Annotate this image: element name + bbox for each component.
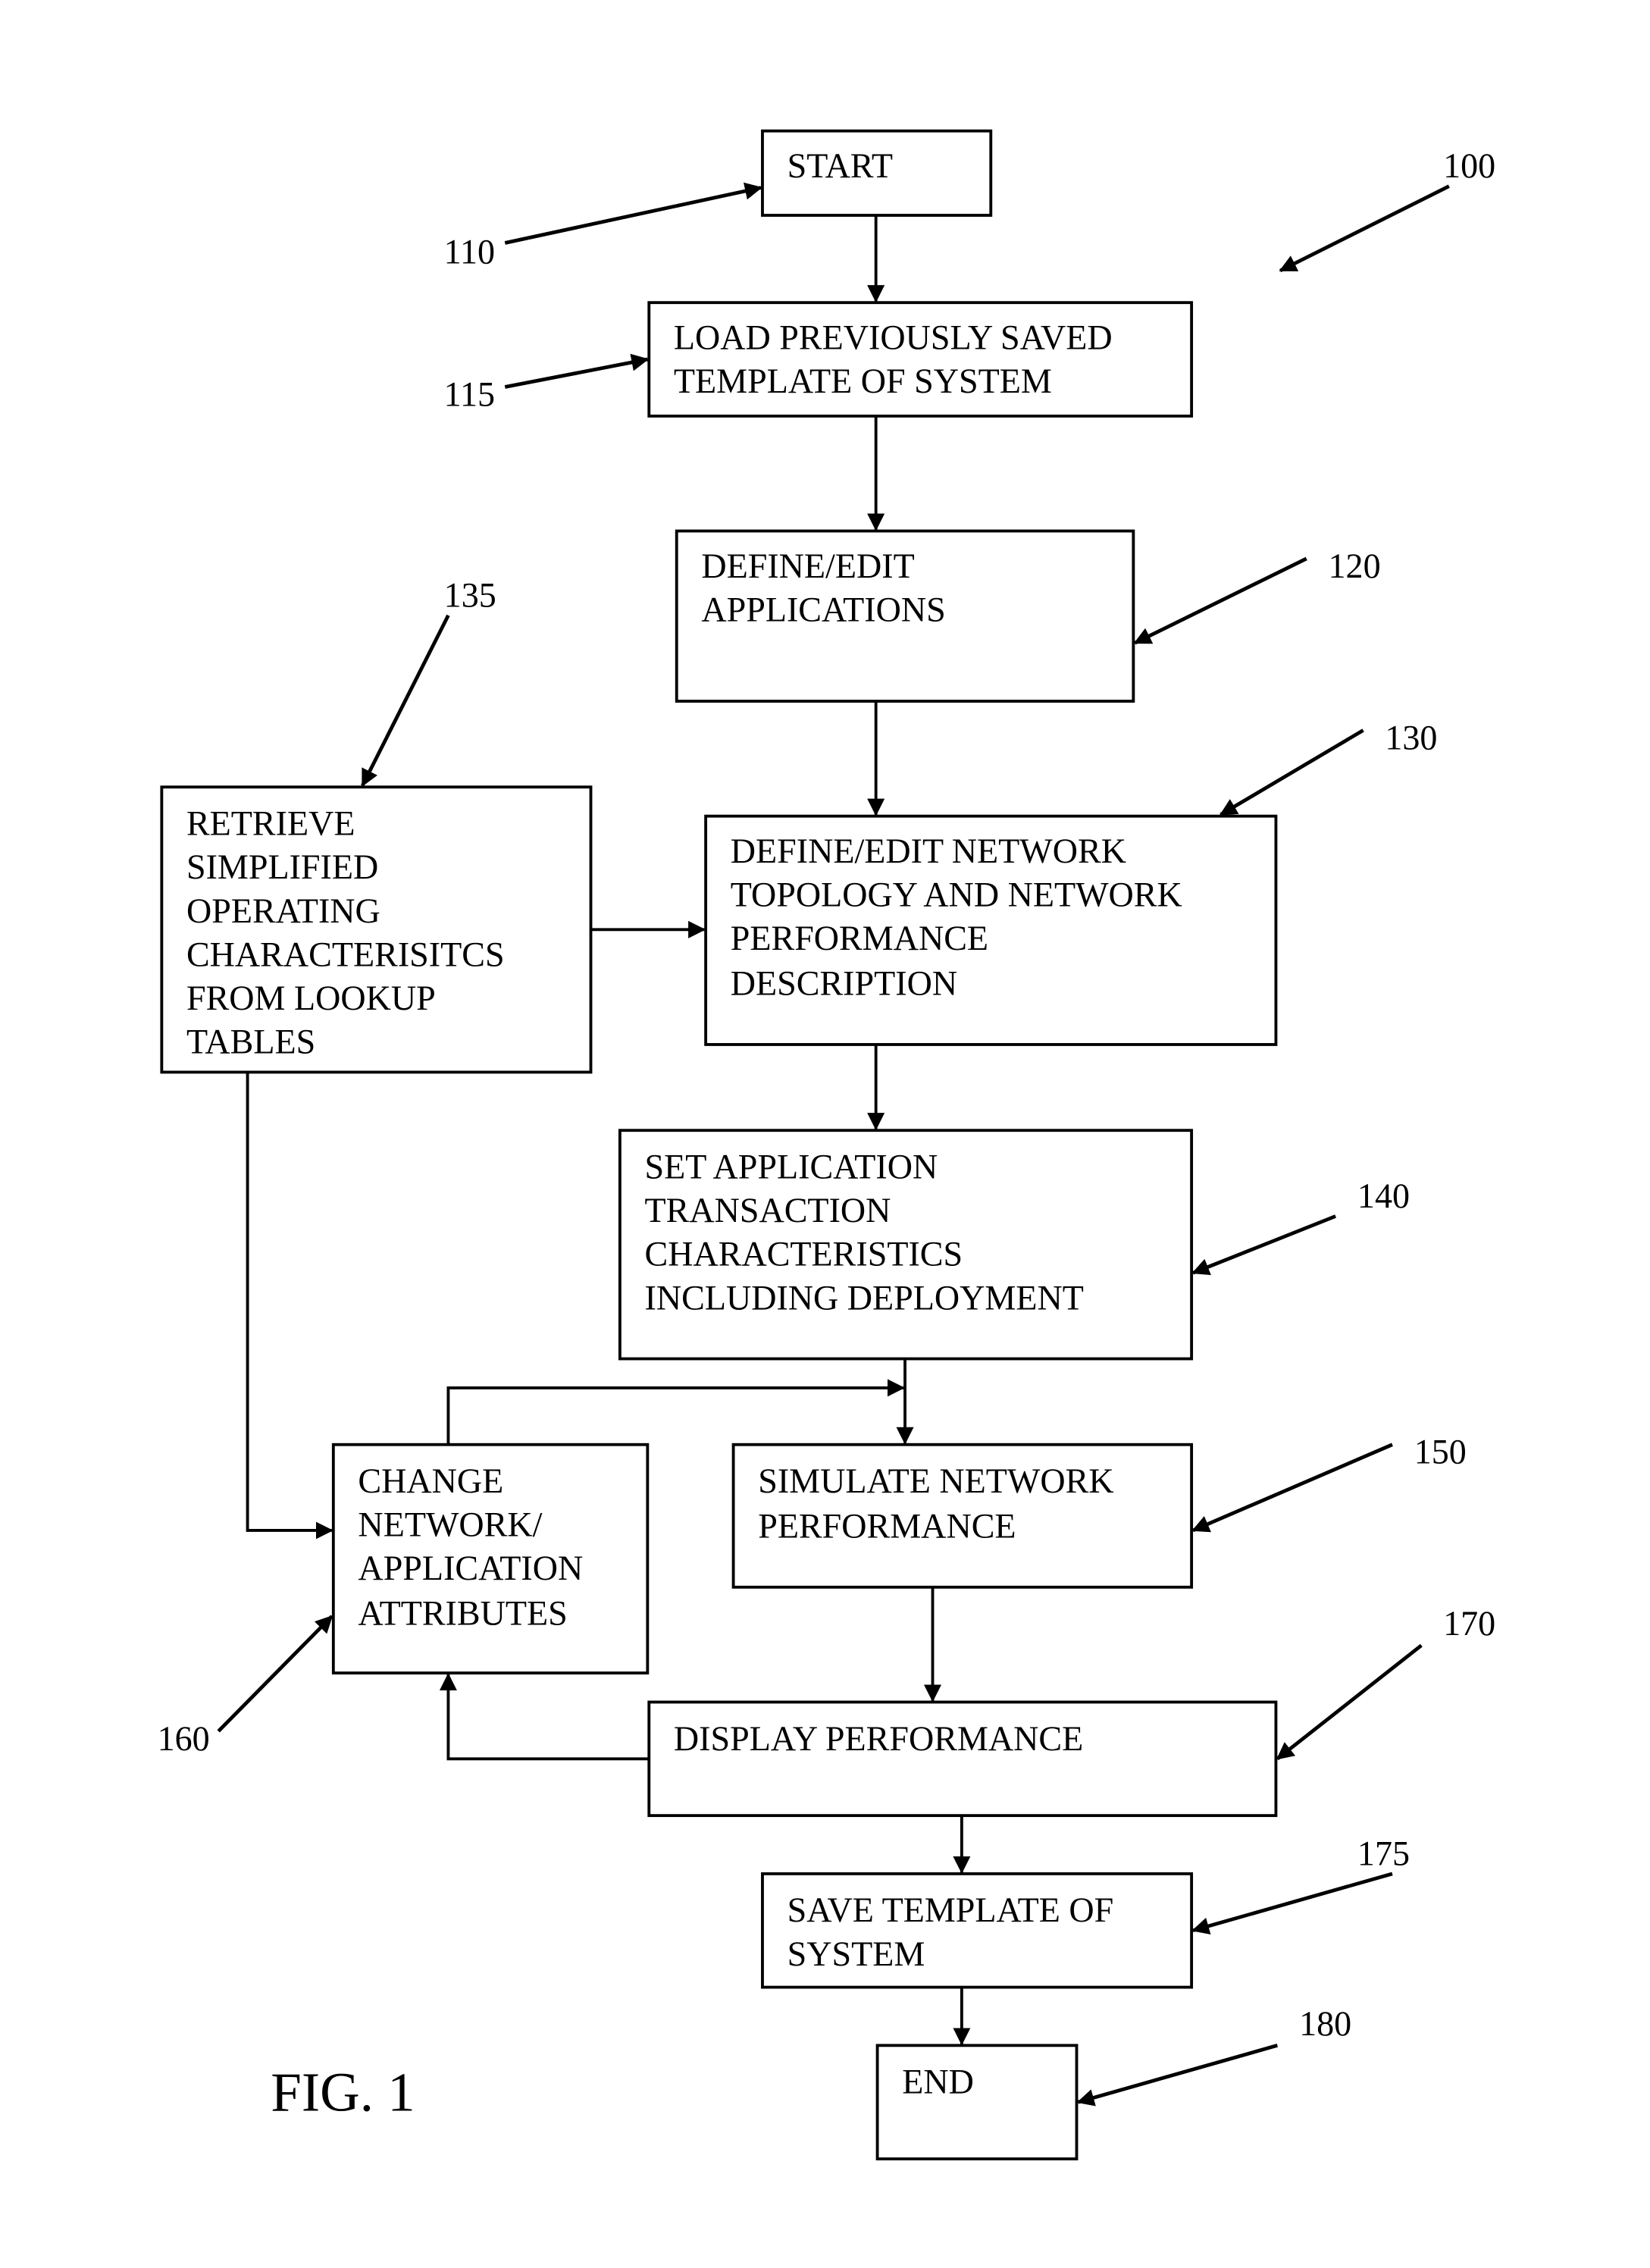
- leader-150: [1191, 1443, 1393, 1533]
- ref-175: 175: [1357, 1834, 1410, 1872]
- leader-110: [504, 182, 762, 245]
- arrow-display-to-change: [439, 1673, 650, 1761]
- ref-115: 115: [444, 374, 495, 413]
- arrow-retrieve-to-change: [246, 1072, 333, 1540]
- leader-115: [504, 353, 650, 389]
- arrow-change-loop-back: [446, 1379, 906, 1445]
- start-text: START: [787, 146, 893, 185]
- ref-160: 160: [158, 1719, 210, 1758]
- figure-label: FIG. 1: [271, 2062, 415, 2123]
- flowchart: START LOAD PREVIOUSLY SAVED TEMPLATE OF …: [158, 129, 1495, 2160]
- leader-130: [1219, 728, 1364, 816]
- ref-100: 100: [1443, 146, 1495, 185]
- leader-170: [1276, 1643, 1423, 1761]
- leader-180: [1076, 2044, 1279, 2107]
- ref-135: 135: [444, 575, 496, 614]
- leader-120: [1133, 556, 1307, 645]
- ref-180: 180: [1299, 2004, 1351, 2043]
- leader-160: [217, 1615, 333, 1733]
- leader-140: [1191, 1214, 1337, 1276]
- ref-130: 130: [1385, 718, 1437, 757]
- ref-150: 150: [1414, 1433, 1467, 1471]
- leader-100: [1279, 184, 1450, 273]
- leader-135: [361, 614, 450, 788]
- ref-140: 140: [1357, 1176, 1410, 1215]
- ref-110: 110: [444, 232, 495, 271]
- end-text: END: [902, 2063, 974, 2101]
- leader-175: [1191, 1872, 1393, 1935]
- ref-170: 170: [1443, 1604, 1495, 1643]
- display-performance-text: DISPLAY PERFORMANCE: [674, 1719, 1083, 1758]
- ref-120: 120: [1329, 547, 1381, 585]
